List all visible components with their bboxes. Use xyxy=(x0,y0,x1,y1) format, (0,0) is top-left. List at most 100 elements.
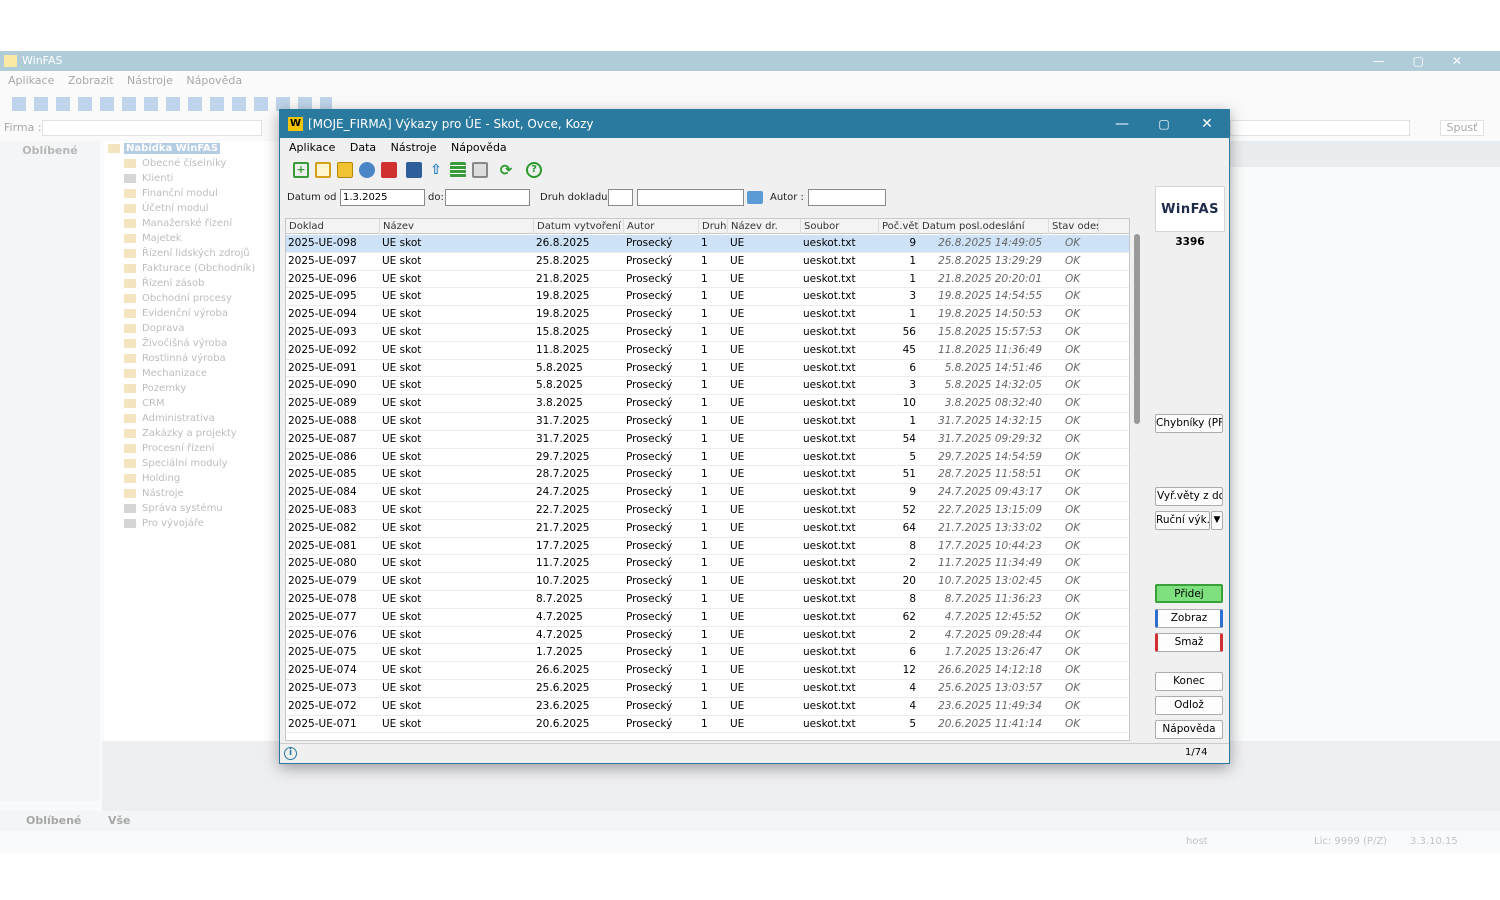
table-row[interactable]: 2025-UE-096 UE skot 21.8.2025 Prosecký 1 UE ue… xyxy=(286,271,1129,289)
zobraz-button[interactable]: Zobraz xyxy=(1155,609,1223,628)
grid-icon[interactable] xyxy=(450,162,466,178)
dialog-title-bar[interactable]: W [MOJE_FIRMA] Výkazy pro ÚE - Skot, Ovc… xyxy=(280,110,1229,138)
autor-input[interactable] xyxy=(808,189,886,206)
col-stav-header[interactable]: Stav odesl. xyxy=(1049,219,1099,234)
table-row[interactable]: 2025-UE-086 UE skot 29.7.2025 Prosecký 1 UE ue… xyxy=(286,449,1129,467)
table-row[interactable]: 2025-UE-090 UE skot 5.8.2025 Prosecký 1 UE ues… xyxy=(286,377,1129,396)
col-datum-vytvoreni-header[interactable]: Datum vytvoření xyxy=(534,219,624,234)
table-row[interactable]: 2025-UE-085 UE skot 28.7.2025 Prosecký 1 UE ue… xyxy=(286,466,1129,485)
close-button[interactable]: ✕ xyxy=(1187,110,1227,138)
columns-icon[interactable] xyxy=(472,162,488,178)
datum-do-input[interactable] xyxy=(445,189,530,206)
table-row[interactable]: 2025-UE-092 UE skot 11.8.2025 Prosecký 1 UE ue… xyxy=(286,342,1129,360)
table-row[interactable]: 2025-UE-087 UE skot 31.7.2025 Prosecký 1 UE ue… xyxy=(286,431,1129,449)
copy-icon[interactable] xyxy=(315,162,331,178)
tree-item[interactable]: Holding xyxy=(104,471,280,486)
spust-button[interactable]: Spusť xyxy=(1440,120,1484,136)
col-soubor-header[interactable]: Soubor xyxy=(801,219,879,234)
tree-item[interactable]: Mechanizace xyxy=(104,366,280,381)
odloz-button[interactable]: Odlož xyxy=(1155,696,1223,715)
col-druh-header[interactable]: Druh xyxy=(699,219,728,234)
menu-nastroje[interactable]: Nástroje xyxy=(391,141,437,154)
tree-item[interactable]: CRM xyxy=(104,396,280,411)
col-autor-header[interactable]: Autor xyxy=(624,219,699,234)
table-row[interactable]: 2025-UE-077 UE skot 4.7.2025 Prosecký 1 UE ues… xyxy=(286,609,1129,627)
tab-vse[interactable]: Vše xyxy=(108,811,131,831)
tree-item[interactable]: Řízení lidských zdrojů xyxy=(104,246,280,261)
col-poc-vet-header[interactable]: Poč.vět xyxy=(879,219,919,234)
datum-od-input[interactable]: 1.3.2025 xyxy=(340,189,425,206)
table-row[interactable]: 2025-UE-091 UE skot 5.8.2025 Prosecký 1 UE ues… xyxy=(286,360,1129,378)
tree-item[interactable]: Evidenční výroba xyxy=(104,306,280,321)
table-row[interactable]: 2025-UE-074 UE skot 26.6.2025 Prosecký 1 UE ue… xyxy=(286,662,1129,680)
tree-item[interactable]: Živočišná výroba xyxy=(104,336,280,351)
table-row[interactable]: 2025-UE-083 UE skot 22.7.2025 Prosecký 1 UE ue… xyxy=(286,502,1129,520)
firma-input[interactable] xyxy=(42,120,262,136)
menu-napoveda[interactable]: Nápověda xyxy=(451,141,507,154)
tree-item[interactable]: Nástroje xyxy=(104,486,280,501)
konec-button[interactable]: Konec xyxy=(1155,672,1223,691)
vyr-vety-button[interactable]: Vyř.věty z dok. xyxy=(1155,487,1223,506)
table-row[interactable]: 2025-UE-093 UE skot 15.8.2025 Prosecký 1 UE ue… xyxy=(286,324,1129,342)
table-row[interactable]: 2025-UE-082 UE skot 21.7.2025 Prosecký 1 UE ue… xyxy=(286,520,1129,538)
minimize-button[interactable]: — xyxy=(1102,110,1142,138)
background-window-controls[interactable]: —▢✕ xyxy=(1373,51,1490,71)
rucni-vykaz-button[interactable]: Ruční výk. xyxy=(1155,511,1210,530)
tree-item[interactable]: Obecné číselníky xyxy=(104,156,280,171)
pridej-button[interactable]: Přidej xyxy=(1155,584,1223,603)
tab-oblibene[interactable]: Oblíbené xyxy=(26,811,81,831)
tree-item[interactable]: Majetek xyxy=(104,231,280,246)
rucni-dropdown-icon[interactable]: ▼ xyxy=(1211,511,1223,530)
table-row[interactable]: 2025-UE-084 UE skot 24.7.2025 Prosecký 1 UE ue… xyxy=(286,484,1129,502)
col-nazev-druhu-header[interactable]: Název dr. xyxy=(728,219,801,234)
table-row[interactable]: 2025-UE-097 UE skot 25.8.2025 Prosecký 1 UE ue… xyxy=(286,253,1129,271)
col-doklad-header[interactable]: Doklad xyxy=(286,219,380,234)
refresh-icon[interactable]: ⟳ xyxy=(498,162,514,178)
napoveda-button[interactable]: Nápověda xyxy=(1155,720,1223,739)
table-row[interactable]: 2025-UE-095 UE skot 19.8.2025 Prosecký 1 UE ue… xyxy=(286,288,1129,307)
table-row[interactable]: 2025-UE-088 UE skot 31.7.2025 Prosecký 1 UE ue… xyxy=(286,413,1129,431)
edit-icon[interactable] xyxy=(337,162,353,178)
tree-item[interactable]: Procesní řízení xyxy=(104,441,280,456)
table-row[interactable]: 2025-UE-081 UE skot 17.7.2025 Prosecký 1 UE ue… xyxy=(286,538,1129,556)
bg-menu-napoveda[interactable]: Nápověda xyxy=(186,74,242,87)
tree-item[interactable]: Manažerské řízení xyxy=(104,216,280,231)
table-row[interactable]: 2025-UE-076 UE skot 4.7.2025 Prosecký 1 UE ues… xyxy=(286,627,1129,645)
table-row[interactable]: 2025-UE-094 UE skot 19.8.2025 Prosecký 1 UE ue… xyxy=(286,306,1129,324)
tree-item[interactable]: Klienti xyxy=(104,171,280,186)
maximize-button[interactable]: ▢ xyxy=(1144,110,1184,138)
delete-icon[interactable] xyxy=(381,162,397,178)
table-row[interactable]: 2025-UE-078 UE skot 8.7.2025 Prosecký 1 UE ues… xyxy=(286,591,1129,609)
menu-aplikace[interactable]: Aplikace xyxy=(289,141,335,154)
tree-item[interactable]: Správa systému xyxy=(104,501,280,516)
col-nazev-header[interactable]: Název xyxy=(380,219,534,234)
druh-dokladu-code-input[interactable] xyxy=(608,189,633,206)
table-row[interactable]: 2025-UE-075 UE skot 1.7.2025 Prosecký 1 UE ues… xyxy=(286,644,1129,663)
table-row[interactable]: 2025-UE-098 UE skot 26.8.2025 Prosecký 1 UE ue… xyxy=(286,235,1129,253)
druh-dokladu-name-input[interactable] xyxy=(637,189,744,206)
tree-item[interactable]: Doprava xyxy=(104,321,280,336)
bg-menu-zobrazit[interactable]: Zobrazit xyxy=(68,74,114,87)
add-icon[interactable]: + xyxy=(293,162,309,178)
tree-item[interactable]: Rostlinná výroba xyxy=(104,351,280,366)
export-icon[interactable]: ⇧ xyxy=(428,162,444,178)
print-icon[interactable] xyxy=(406,162,422,178)
tree-item[interactable]: Zakázky a projekty xyxy=(104,426,280,441)
tree-item[interactable]: Administrativa xyxy=(104,411,280,426)
tree-item[interactable]: Řízení zásob xyxy=(104,276,280,291)
bg-menu-aplikace[interactable]: Aplikace xyxy=(8,74,54,87)
chybniky-button[interactable]: Chybníky (PF) xyxy=(1155,414,1223,433)
tree-item[interactable]: Pro vývojáře xyxy=(104,516,280,531)
col-datum-odeslani-header[interactable]: Datum posl.odeslání xyxy=(919,219,1049,234)
tree-root[interactable]: Nabídka WinFAS xyxy=(104,141,280,156)
smaz-button[interactable]: Smaž xyxy=(1155,633,1223,652)
tree-item[interactable]: Fakturace (Obchodník) xyxy=(104,261,280,276)
table-row[interactable]: 2025-UE-071 UE skot 20.6.2025 Prosecký 1 UE ue… xyxy=(286,716,1129,734)
menu-data[interactable]: Data xyxy=(350,141,376,154)
table-row[interactable]: 2025-UE-073 UE skot 25.6.2025 Prosecký 1 UE ue… xyxy=(286,680,1129,698)
table-row[interactable]: 2025-UE-089 UE skot 3.8.2025 Prosecký 1 UE ues… xyxy=(286,395,1129,413)
bg-menu-nastroje[interactable]: Nástroje xyxy=(127,74,173,87)
help-icon[interactable]: ? xyxy=(526,162,542,178)
table-row[interactable]: 2025-UE-080 UE skot 11.7.2025 Prosecký 1 UE ue… xyxy=(286,555,1129,574)
table-row[interactable]: 2025-UE-072 UE skot 23.6.2025 Prosecký 1 UE ue… xyxy=(286,698,1129,716)
